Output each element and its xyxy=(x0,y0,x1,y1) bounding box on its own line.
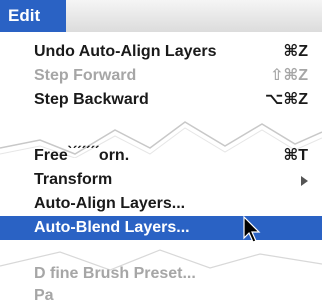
menu-item-define-pattern[interactable]: Pa xyxy=(0,284,322,308)
chevron-right-icon xyxy=(301,176,308,186)
edit-menu-title[interactable]: Edit xyxy=(0,0,66,32)
arrow-pointer-icon xyxy=(243,216,261,243)
menu-item-auto-blend-layers[interactable]: Auto-Blend Layers... xyxy=(0,216,322,240)
menu-item-shortcut: ⌘Z xyxy=(283,43,308,60)
menu-item-undo[interactable]: Undo Auto-Align Layers ⌘Z xyxy=(0,40,322,64)
menu-item-label: Free ̀ ́ ́ ́ ́ ́ ́orn. xyxy=(34,147,130,164)
menu-item-free-transform[interactable]: Free ̀ ́ ́ ́ ́ ́ ́orn. ⌘T xyxy=(0,144,322,168)
menu-item-auto-align-layers[interactable]: Auto-Align Layers... xyxy=(0,192,322,216)
menu-item-label: Step Backward xyxy=(34,91,149,108)
menu-item-label: Step Forward xyxy=(34,67,137,84)
menu-item-label: Transform xyxy=(34,171,113,188)
menu-item-label: Auto-Align Layers... xyxy=(34,195,186,212)
menu-item-step-forward[interactable]: Step Forward ⇧⌘Z xyxy=(0,64,322,88)
menu-item-transform[interactable]: Transform xyxy=(0,168,322,192)
menu-item-step-backward[interactable]: Step Backward ⌥⌘Z xyxy=(0,88,322,112)
menu-item-label: Undo Auto-Align Layers xyxy=(34,43,217,60)
menu-item-shortcut: ⌘T xyxy=(283,147,308,164)
menu-item-define-brush-preset[interactable]: D fine Brush Preset... xyxy=(0,262,322,286)
menu-item-label: Auto-Blend Layers... xyxy=(34,219,190,236)
menu-item-label: Pa xyxy=(34,287,54,304)
menu-item-label: D fine Brush Preset... xyxy=(34,265,196,282)
menu-bar: Edit xyxy=(0,0,322,33)
menu-item-shortcut: ⌥⌘Z xyxy=(264,91,308,108)
edit-menu: Undo Auto-Align Layers ⌘Z Step Forward ⇧… xyxy=(0,32,322,304)
menu-item-shortcut: ⇧⌘Z xyxy=(269,67,308,84)
